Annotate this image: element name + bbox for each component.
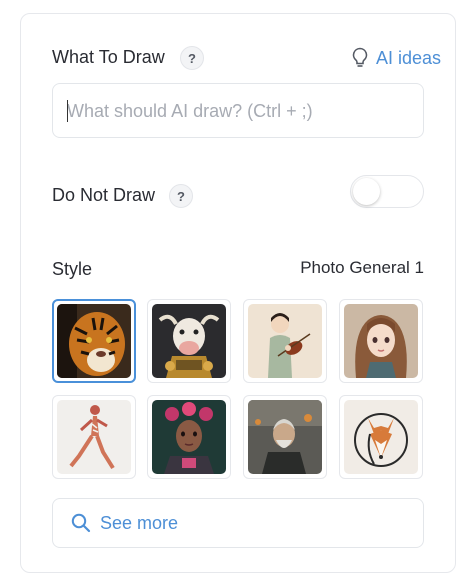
robot-cow-image bbox=[152, 304, 226, 378]
toggle-knob bbox=[353, 178, 380, 205]
what-to-draw-help-icon[interactable]: ? bbox=[180, 46, 204, 70]
style-thumb-robot-cow[interactable] bbox=[147, 299, 231, 383]
prompt-input[interactable] bbox=[65, 84, 409, 139]
style-thumb-old-man[interactable] bbox=[243, 395, 327, 479]
selected-style-name: Photo General 1 bbox=[300, 258, 424, 277]
text-caret bbox=[67, 100, 68, 122]
what-to-draw-label: What To Draw bbox=[52, 47, 165, 67]
style-label: Style bbox=[52, 259, 93, 279]
do-not-draw-label: Do Not Draw bbox=[52, 185, 156, 205]
cyber-woman-image bbox=[152, 400, 226, 474]
tiger-image bbox=[57, 304, 131, 378]
violinist-image bbox=[248, 304, 322, 378]
fox-logo-image bbox=[344, 400, 418, 474]
see-more-label: See more bbox=[100, 512, 179, 533]
style-thumb-violinist[interactable] bbox=[243, 299, 327, 383]
anime-girl-image bbox=[344, 304, 418, 378]
see-more-button[interactable]: See more bbox=[52, 498, 424, 548]
dancer-image bbox=[57, 400, 131, 474]
style-thumb-cyber-woman[interactable] bbox=[147, 395, 231, 479]
style-thumb-anime-girl[interactable] bbox=[339, 299, 423, 383]
search-icon bbox=[71, 513, 91, 533]
lightbulb-icon bbox=[352, 47, 368, 67]
prompt-input-box[interactable] bbox=[52, 83, 424, 139]
style-thumb-tiger[interactable] bbox=[52, 299, 136, 383]
old-man-image bbox=[248, 400, 322, 474]
ai-ideas-label: AI ideas bbox=[375, 47, 441, 68]
do-not-draw-help-icon[interactable]: ? bbox=[169, 184, 193, 208]
style-thumb-dancer[interactable] bbox=[52, 395, 136, 479]
style-thumb-fox-logo[interactable] bbox=[339, 395, 423, 479]
do-not-draw-toggle[interactable] bbox=[350, 175, 424, 208]
ai-ideas-button[interactable]: AI ideas bbox=[351, 47, 441, 69]
